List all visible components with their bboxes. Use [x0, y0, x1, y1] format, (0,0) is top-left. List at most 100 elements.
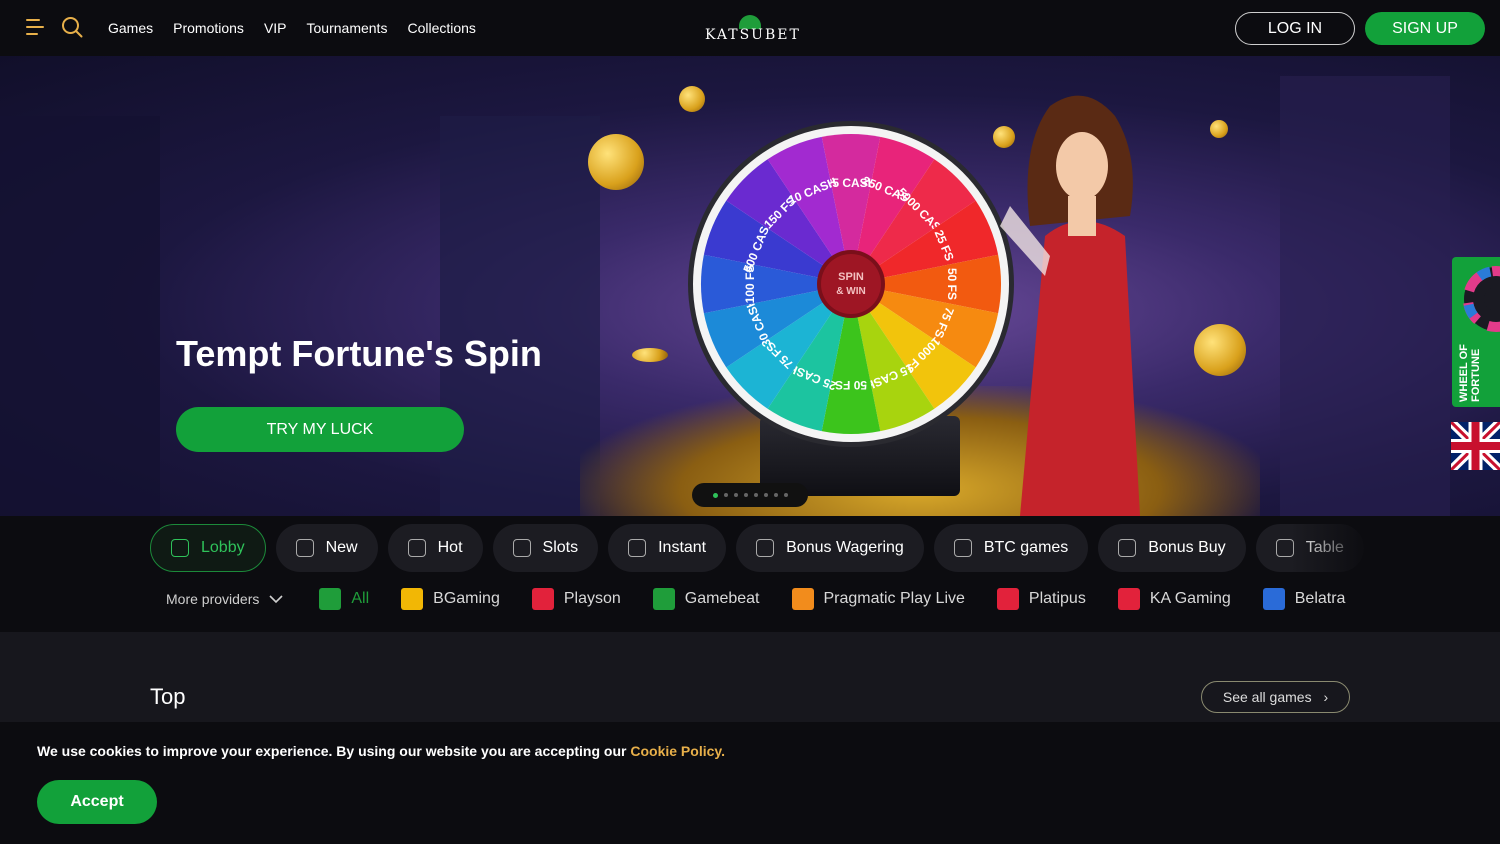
category-bar: Lobby New Hot Slots Instant Bonus Wagering BTC… — [0, 516, 1500, 632]
nav-collections[interactable]: Collections — [407, 20, 475, 36]
slider-dot[interactable] — [712, 492, 718, 498]
category-label: BTC games — [983, 539, 1069, 556]
more-providers-label: More providers — [166, 591, 260, 607]
uk-flag-icon[interactable] — [1451, 422, 1500, 470]
lobby-icon — [171, 539, 189, 557]
hostess-illustration — [1000, 95, 1140, 516]
more-providers-dropdown[interactable]: More providers — [166, 591, 283, 607]
wheel-center-label: SPIN — [838, 271, 864, 283]
see-all-label: See all games — [1222, 689, 1312, 705]
wheel-of-fortune-sticker[interactable]: WHEEL OF FORTUNE — [1452, 257, 1500, 407]
provider-logo-icon — [791, 588, 814, 610]
category-label: Bonus Wagering — [786, 539, 904, 556]
category-tab-new[interactable]: New — [275, 524, 378, 572]
nav-promotions[interactable]: Promotions — [173, 20, 244, 36]
coin-icon — [679, 86, 705, 112]
category-tab-bonus-buy[interactable]: Bonus Buy — [1098, 524, 1246, 572]
login-button[interactable]: LOG IN — [1235, 12, 1355, 45]
coin-icon — [632, 348, 668, 362]
logo-text: KATSUBET — [705, 27, 801, 43]
bg-building — [0, 116, 160, 516]
category-label: New — [325, 539, 358, 556]
provider-gamebeat[interactable]: Gamebeat — [652, 588, 760, 610]
new-icon — [295, 539, 314, 557]
hero-banner: 25 CASH 250 CASH 5000 CASH 25 FS 50 FS 75 FS 1… — [0, 56, 1500, 516]
provider-label: Gamebeat — [684, 590, 760, 607]
provider-label: Pragmatic Play Live — [823, 590, 965, 607]
nav-tournaments[interactable]: Tournaments — [307, 20, 388, 36]
wager-icon — [756, 539, 775, 557]
category-tab-hot[interactable]: Hot — [387, 524, 483, 572]
category-tab-slots[interactable]: Slots — [492, 524, 599, 572]
category-tabs: Lobby New Hot Slots Instant Bonus Wagering BTC… — [150, 524, 1364, 572]
cookie-text: We use cookies to improve your experienc… — [37, 743, 725, 759]
provider-all[interactable]: All — [319, 588, 369, 610]
provider-belatra[interactable]: Belatra — [1262, 588, 1346, 610]
coin-icon — [1210, 120, 1228, 138]
mini-wheel-icon — [1463, 266, 1500, 332]
provider-label: Platipus — [1028, 590, 1086, 607]
slider-dot[interactable] — [753, 493, 758, 497]
slider-dot[interactable] — [763, 493, 768, 497]
site-logo[interactable]: KATSUBET — [705, 14, 801, 44]
section-title: Top — [150, 684, 186, 709]
provider-logo-icon — [996, 588, 1019, 610]
instant-icon — [628, 539, 647, 557]
category-tab-instant[interactable]: Instant — [608, 524, 727, 572]
bitcoin-icon — [953, 539, 972, 557]
chevron-right-icon: › — [1323, 689, 1329, 705]
category-label: Slots — [542, 539, 579, 556]
provider-playson[interactable]: Playson — [531, 588, 621, 610]
category-label: Hot — [437, 539, 463, 556]
wheel-of-fortune-label: WHEEL OF FORTUNE — [1458, 344, 1482, 402]
category-label: Lobby — [201, 539, 245, 556]
provider-logo-icon — [1262, 588, 1285, 610]
slider-dot[interactable] — [733, 493, 738, 497]
provider-label: All — [351, 590, 370, 607]
slider-dot[interactable] — [723, 493, 728, 497]
hero-title: Tempt Fortune's Spin — [176, 333, 542, 374]
provider-label: BGaming — [433, 590, 500, 607]
main-nav: Games Promotions VIP Tournaments Collect… — [108, 0, 476, 56]
see-all-games-button[interactable]: See all games › — [1201, 681, 1350, 713]
provider-logo-icon — [319, 588, 342, 610]
bg-building — [440, 116, 600, 516]
slider-dot[interactable] — [743, 493, 748, 497]
fortune-wheel: 25 CASH250 CASH5000 CASH25 FS50 FS75 FS1… — [688, 121, 1014, 447]
wheel-segment-label: 50 FS — [835, 378, 867, 392]
cherry-icon — [512, 539, 531, 557]
nav-games[interactable]: Games — [108, 20, 153, 36]
provider-ka-gaming[interactable]: KA Gaming — [1117, 588, 1231, 610]
category-tab-lobby[interactable]: Lobby — [150, 524, 266, 572]
provider-pragmatic-play-live[interactable]: Pragmatic Play Live — [791, 588, 965, 610]
category-tab-btc-games[interactable]: BTC games — [933, 524, 1089, 572]
provider-label: Belatra — [1294, 590, 1346, 607]
wheel-segment-label: 50 FS — [945, 268, 959, 300]
cookie-message: We use cookies to improve your experienc… — [37, 743, 631, 759]
provider-bgaming[interactable]: BGaming — [401, 588, 500, 610]
slider-dots — [692, 483, 808, 507]
flame-icon — [407, 539, 426, 557]
category-label: Instant — [658, 539, 707, 556]
try-my-luck-button[interactable]: TRY MY LUCK — [176, 407, 464, 452]
provider-label: Playson — [563, 590, 621, 607]
signup-button[interactable]: SIGN UP — [1365, 12, 1485, 45]
slider-dot[interactable] — [773, 493, 778, 497]
gift-icon — [1118, 539, 1137, 557]
category-tab-bonus-wagering[interactable]: Bonus Wagering — [736, 524, 924, 572]
provider-label: KA Gaming — [1149, 590, 1231, 607]
cookie-policy-link[interactable]: Cookie Policy. — [630, 743, 725, 759]
category-label: Bonus Buy — [1148, 539, 1226, 556]
provider-logo-icon — [1117, 588, 1140, 610]
top-bar: Games Promotions VIP Tournaments Collect… — [0, 0, 1500, 56]
provider-platipus[interactable]: Platipus — [996, 588, 1086, 610]
search-icon[interactable] — [61, 16, 83, 38]
chevron-down-icon — [269, 595, 283, 604]
hamburger-menu-icon[interactable] — [26, 19, 46, 37]
provider-logo-icon — [401, 588, 424, 610]
bg-building — [1280, 76, 1450, 516]
wheel-center-label: & WIN — [836, 286, 865, 297]
nav-vip[interactable]: VIP — [264, 20, 287, 36]
accept-cookies-button[interactable]: Accept — [37, 780, 157, 824]
slider-dot[interactable] — [783, 493, 788, 497]
